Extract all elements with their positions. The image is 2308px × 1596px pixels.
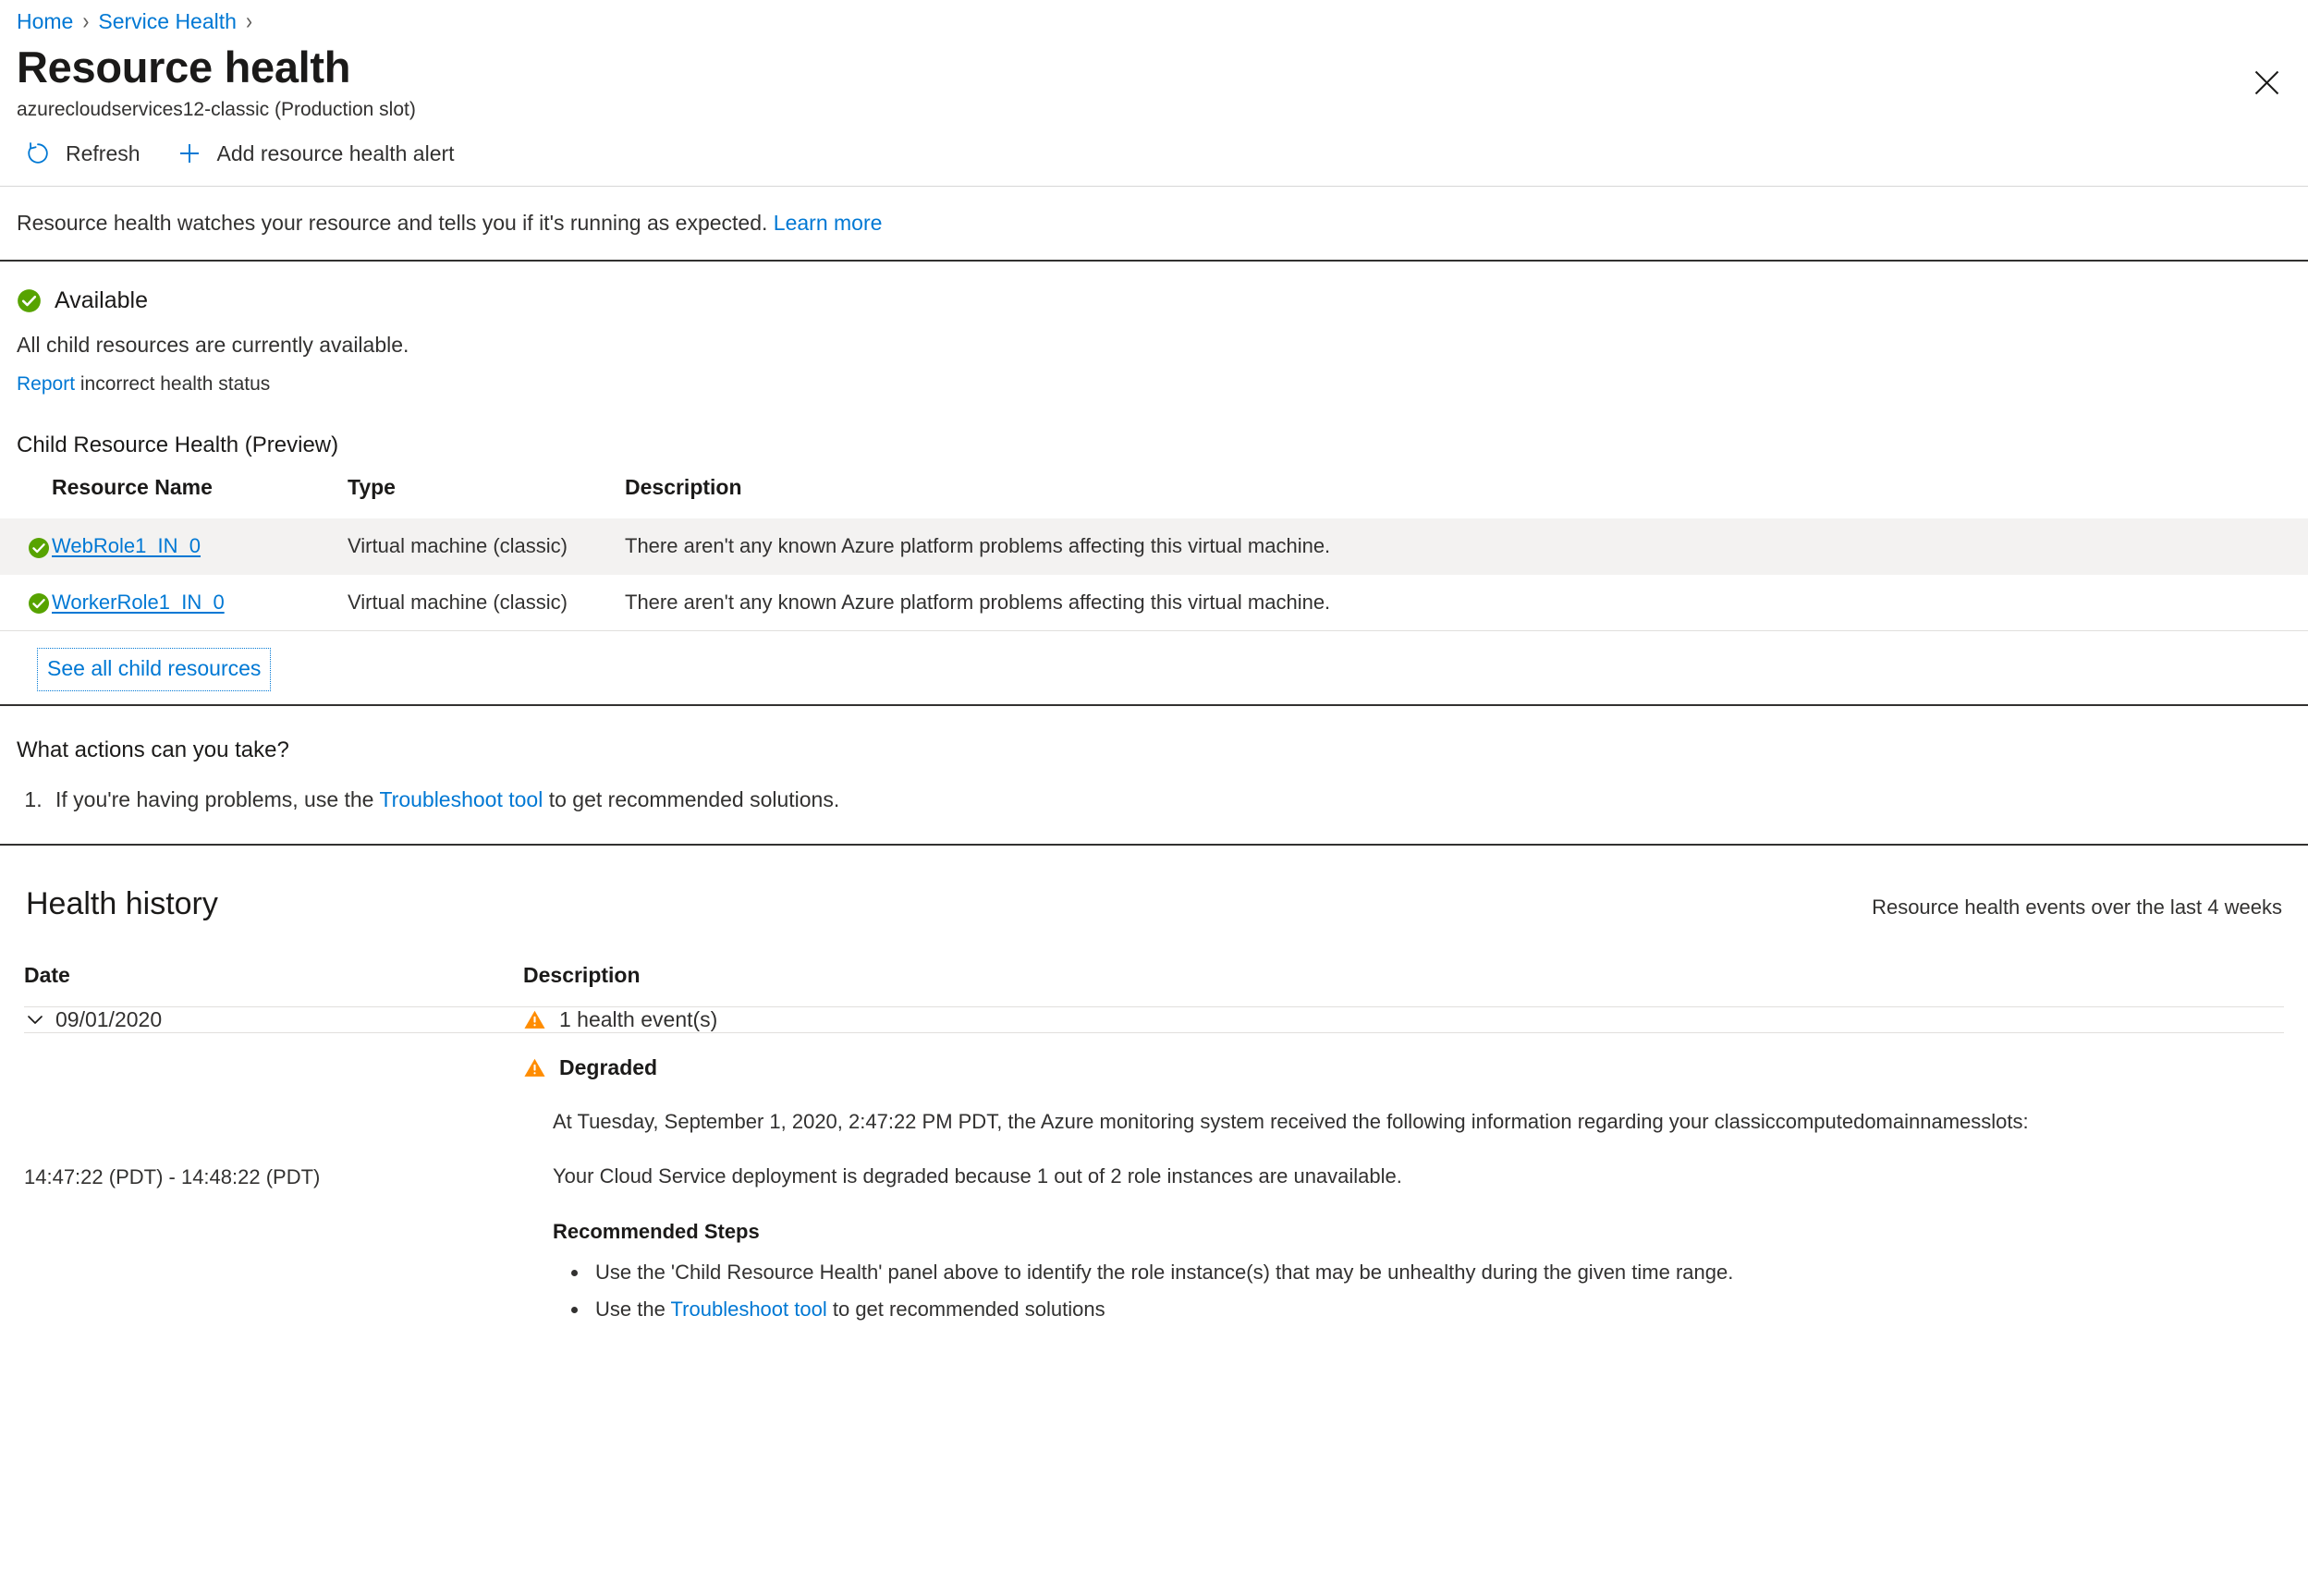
recommended-steps-list: Use the 'Child Resource Health' panel ab… <box>523 1261 2284 1322</box>
see-all-child-resources-wrap: See all child resources <box>0 631 2308 704</box>
status-label: Available <box>55 287 149 314</box>
breadcrumb-item-home[interactable]: Home <box>17 9 73 34</box>
add-resource-health-alert-button[interactable]: Add resource health alert <box>172 136 458 171</box>
recommended-step-item: Use the Troubleshoot tool to get recomme… <box>590 1298 2284 1322</box>
header-description: Description <box>523 962 641 987</box>
breadcrumb-separator-icon: › <box>245 7 252 35</box>
actions-list-item: If you're having problems, use the Troub… <box>48 787 2308 812</box>
warning-triangle-icon <box>523 1008 546 1031</box>
row-resource-name-cell: WorkerRole1_IN_0 <box>52 574 348 631</box>
health-history-date-row[interactable]: 09/01/2020 1 health event(s) <box>24 1005 2284 1033</box>
event-count-cell: 1 health event(s) <box>523 1005 2284 1033</box>
info-banner-text: Resource health watches your resource an… <box>17 211 768 236</box>
resource-status: Available All child resources are curren… <box>0 262 2308 396</box>
header-description: Description <box>625 475 742 500</box>
date-cell[interactable]: 09/01/2020 <box>24 1005 523 1033</box>
date-label: 09/01/2020 <box>55 1006 163 1031</box>
check-circle-icon <box>28 537 50 559</box>
report-rest-text: incorrect health status <box>79 373 271 396</box>
health-history-header-row: Date Description <box>24 963 2284 1007</box>
event-status-label: Degraded <box>559 1054 658 1079</box>
report-link[interactable]: Report <box>17 373 75 395</box>
event-paragraph-2: Your Cloud Service deployment is degrade… <box>553 1164 1402 1188</box>
close-button[interactable] <box>2243 59 2290 105</box>
breadcrumb: Home › Service Health › <box>0 0 2308 35</box>
resource-link-workerrole1-in-0[interactable]: WorkerRole1_IN_0 <box>52 591 225 614</box>
actions-item-suffix: to get recommended solutions. <box>548 786 840 811</box>
recommended-steps-title: Recommended Steps <box>553 1220 760 1244</box>
status-row: Available <box>17 287 2308 314</box>
table-row[interactable]: WorkerRole1_IN_0 Virtual machine (classi… <box>0 574 2308 631</box>
actions-title: What actions can you take? <box>17 737 289 762</box>
event-count-label: 1 health event(s) <box>559 1006 718 1031</box>
actions-item-prefix: If you're having problems, use the <box>55 786 374 811</box>
close-icon <box>2254 70 2278 94</box>
health-history-detail-row: 14:47:22 (PDT) - 14:48:22 (PDT) Degraded <box>24 1032 2284 1322</box>
row-description-cell: There aren't any known Azure platform pr… <box>625 574 2308 631</box>
table-row[interactable]: WebRole1_IN_0 Virtual machine (classic) … <box>0 518 2308 575</box>
see-all-child-resources-button[interactable]: See all child resources <box>37 647 272 691</box>
check-circle-icon <box>28 592 50 615</box>
table-header-row: Resource Name Type Description <box>0 475 2308 518</box>
header-status <box>0 475 52 518</box>
event-time-range: 14:47:22 (PDT) - 14:48:22 (PDT) <box>24 1164 321 1188</box>
event-detail-cell: Degraded At Tuesday, September 1, 2020, … <box>523 1032 2284 1322</box>
event-count-row: 1 health event(s) <box>523 1007 2284 1032</box>
recommended-step-prefix: Use the <box>595 1298 666 1322</box>
page-title: Resource health <box>17 43 351 91</box>
actions-list: If you're having problems, use the Troub… <box>0 787 2308 812</box>
report-status-row: Report incorrect health status <box>17 373 2308 396</box>
child-resource-health-table: Resource Name Type Description WebRole1_… <box>0 475 2308 631</box>
health-history-header: Health history Resource health events ov… <box>24 846 2284 922</box>
child-resource-health-heading: Child Resource Health (Preview) <box>17 433 339 458</box>
row-status-cell <box>0 518 52 575</box>
date-toggle[interactable]: 09/01/2020 <box>24 1007 523 1032</box>
breadcrumb-item-service-health[interactable]: Service Health <box>98 9 237 34</box>
health-history-table: Date Description 09/01/2020 1 health eve… <box>24 963 2284 1322</box>
refresh-button-label: Refresh <box>66 140 140 165</box>
breadcrumb-separator-icon: › <box>82 7 90 35</box>
warning-triangle-icon <box>523 1056 546 1079</box>
row-status-cell <box>0 574 52 631</box>
event-paragraph-1: At Tuesday, September 1, 2020, 2:47:22 P… <box>553 1109 2029 1133</box>
command-bar: Refresh Add resource health alert <box>0 121 2308 186</box>
health-history-section: Health history Resource health events ov… <box>0 846 2308 1322</box>
page-header: Resource health azurecloudservices12-cla… <box>0 35 2308 121</box>
health-history-title: Health history <box>26 885 218 921</box>
header-date: Date <box>24 962 70 987</box>
page-subtitle: azurecloudservices12-classic (Production… <box>17 99 416 121</box>
row-description-cell: There aren't any known Azure platform pr… <box>625 518 2308 575</box>
recommended-step-text: Use the 'Child Resource Health' panel ab… <box>595 1261 1734 1285</box>
troubleshoot-tool-link[interactable]: Troubleshoot tool <box>379 787 543 811</box>
check-circle-icon <box>17 288 42 313</box>
resource-link-webrole1-in-0[interactable]: WebRole1_IN_0 <box>52 534 201 557</box>
add-resource-health-alert-label: Add resource health alert <box>216 140 455 165</box>
plus-icon <box>176 140 203 167</box>
header-resource-name: Resource Name <box>52 475 213 500</box>
refresh-icon <box>24 140 52 167</box>
chevron-down-icon[interactable] <box>24 1008 46 1030</box>
row-resource-name-cell: WebRole1_IN_0 <box>52 518 348 575</box>
info-banner: Resource health watches your resource an… <box>0 187 2308 260</box>
recommended-step-item: Use the 'Child Resource Health' panel ab… <box>590 1261 2284 1285</box>
recommended-step-suffix: to get recommended solutions <box>832 1298 1105 1322</box>
row-type-cell: Virtual machine (classic) <box>348 574 625 631</box>
troubleshoot-tool-link[interactable]: Troubleshoot tool <box>671 1298 827 1321</box>
refresh-button[interactable]: Refresh <box>20 136 144 171</box>
learn-more-link[interactable]: Learn more <box>774 211 883 235</box>
row-type-cell: Virtual machine (classic) <box>348 518 625 575</box>
health-history-note: Resource health events over the last 4 w… <box>1872 895 2282 919</box>
status-description: All child resources are currently availa… <box>17 333 409 358</box>
header-type: Type <box>348 475 396 500</box>
event-status-row: Degraded <box>523 1055 2284 1080</box>
